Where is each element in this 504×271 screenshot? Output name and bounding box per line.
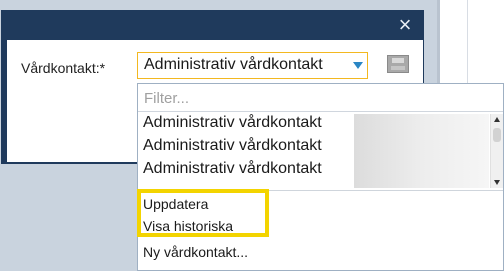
field-label-vardkontakt: Vårdkontakt:*	[21, 60, 106, 76]
new-contact-action[interactable]: Ny vårdkontakt...	[143, 244, 248, 260]
filter-divider	[138, 111, 503, 112]
show-historic-action[interactable]: Visa historiska	[143, 218, 233, 234]
scroll-thumb[interactable]	[493, 128, 501, 142]
redacted-area	[354, 114, 489, 188]
dropdown-option[interactable]: Administrativ vårdkontakt	[143, 160, 322, 178]
close-icon[interactable]: ×	[393, 14, 417, 36]
scroll-down-icon[interactable]	[494, 180, 500, 185]
select-value: Administrativ vårdkontakt	[144, 56, 323, 73]
dropdown-option[interactable]: Administrativ vårdkontakt	[143, 137, 322, 155]
update-action[interactable]: Uppdatera	[143, 196, 208, 212]
chevron-down-icon[interactable]	[353, 62, 363, 69]
dropdown-scrollbar[interactable]	[490, 114, 503, 188]
filter-input[interactable]	[142, 87, 504, 109]
background-panel	[437, 0, 504, 96]
dropdown-option[interactable]: Administrativ vårdkontakt	[143, 114, 322, 132]
actions-divider	[138, 190, 503, 191]
background-divider	[467, 0, 468, 96]
scroll-up-icon[interactable]	[494, 117, 500, 122]
save-icon[interactable]	[387, 55, 409, 73]
vardkontakt-select[interactable]: Administrativ vårdkontakt	[137, 52, 368, 79]
dropdown-list: Administrativ vårdkontakt Administrativ …	[137, 83, 504, 271]
